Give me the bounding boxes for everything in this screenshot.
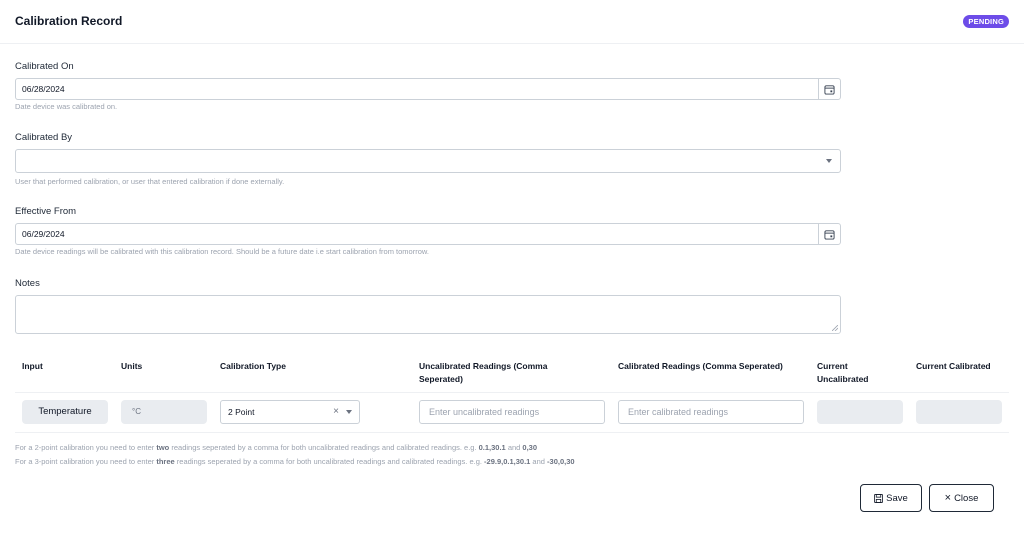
close-button[interactable]: × Close: [929, 484, 994, 512]
col-header-uncalibrated-line2: Seperated): [419, 374, 463, 384]
effective-from-value: 06/29/2024: [22, 229, 65, 239]
calibrated-on-help: Date device was calibrated on.: [15, 102, 118, 111]
calibrated-on-label: Calibrated On: [15, 61, 74, 72]
effective-from-help: Date device readings will be calibrated …: [15, 247, 429, 256]
clear-icon[interactable]: ×: [333, 401, 339, 423]
note-text: For a 2-point calibration you need to en…: [15, 443, 157, 452]
col-header-calibration-type: Calibration Type: [220, 361, 286, 371]
notes-label: Notes: [15, 278, 40, 289]
note-example: 0.1,30.1: [478, 443, 506, 452]
col-header-units: Units: [121, 361, 143, 371]
note-example: -29.9,0.1,30.1: [484, 457, 531, 466]
calibrated-on-value: 06/28/2024: [22, 84, 65, 94]
calibrated-by-select[interactable]: [15, 149, 841, 173]
note-text: and: [530, 457, 548, 466]
current-calibrated-cell: [916, 400, 1002, 424]
notes-textarea[interactable]: [15, 295, 841, 334]
calibrated-by-help: User that performed calibration, or user…: [15, 177, 285, 186]
status-badge: PENDING: [963, 15, 1009, 28]
two-point-note: For a 2-point calibration you need to en…: [15, 443, 537, 452]
col-header-current-calibrated: Current Calibrated: [916, 361, 991, 371]
calibrated-readings-placeholder: Enter calibrated readings: [628, 407, 729, 417]
col-header-uncalibrated-readings: Uncalibrated Readings (Comma Seperated): [419, 360, 547, 386]
calibrated-by-label: Calibrated By: [15, 132, 73, 143]
col-header-current-uncal-line1: Current: [817, 361, 848, 371]
floppy-disk-icon: [874, 493, 884, 503]
uncalibrated-readings-input[interactable]: Enter uncalibrated readings: [419, 400, 605, 424]
table-row-divider: [15, 432, 1009, 433]
table-header-divider: [15, 392, 1009, 393]
calendar-icon: [824, 84, 835, 95]
note-count: three: [156, 457, 175, 466]
note-text: readings seperated by a comma for both u…: [174, 457, 485, 466]
col-header-current-uncal-line2: Uncalibrated: [817, 374, 869, 384]
chevron-down-icon: [346, 410, 352, 414]
units-cell: °C: [121, 400, 207, 424]
note-example: -30,0,30: [547, 457, 575, 466]
save-button[interactable]: Save: [860, 484, 922, 512]
dialog-header: Calibration Record PENDING: [0, 0, 1024, 44]
calibrated-readings-input[interactable]: Enter calibrated readings: [618, 400, 804, 424]
three-point-note: For a 3-point calibration you need to en…: [15, 457, 575, 466]
calibration-type-select[interactable]: 2 Point ×: [220, 400, 360, 424]
calibrated-on-input[interactable]: 06/28/2024: [15, 78, 841, 100]
current-uncalibrated-cell: [817, 400, 903, 424]
note-text: readings seperated by a comma for both u…: [169, 443, 479, 452]
note-count: two: [156, 443, 170, 452]
effective-from-label: Effective From: [15, 206, 77, 217]
close-icon: ×: [944, 492, 952, 504]
col-header-uncalibrated-line1: Uncalibrated Readings (Comma: [419, 361, 548, 371]
calendar-icon: [824, 229, 835, 240]
col-header-input: Input: [22, 361, 43, 371]
input-name-cell: Temperature: [22, 400, 108, 424]
close-button-label: Close: [954, 492, 979, 504]
uncalibrated-readings-placeholder: Enter uncalibrated readings: [429, 407, 540, 417]
note-text: For a 3-point calibration you need to en…: [15, 457, 157, 466]
calibrated-on-date-picker-button[interactable]: [818, 78, 840, 100]
effective-from-date-picker-button[interactable]: [818, 223, 840, 245]
dialog-title: Calibration Record: [15, 14, 123, 28]
chevron-down-icon: [826, 159, 832, 163]
calibration-type-value: 2 Point: [228, 407, 255, 417]
col-header-calibrated-readings: Calibrated Readings (Comma Seperated): [618, 361, 783, 371]
resize-handle-icon[interactable]: [832, 325, 838, 331]
col-header-current-uncalibrated: Current Uncalibrated: [817, 360, 869, 386]
effective-from-input[interactable]: 06/29/2024: [15, 223, 841, 245]
note-example: 0,30: [522, 443, 538, 452]
save-button-label: Save: [886, 492, 908, 504]
note-text: and: [505, 443, 523, 452]
